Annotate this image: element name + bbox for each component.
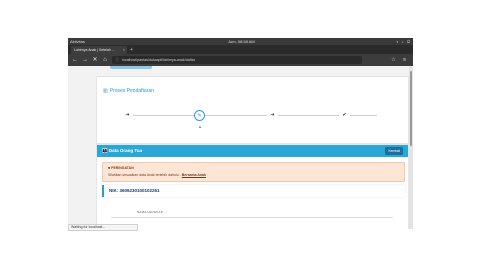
scrollbar-thumb[interactable] — [410, 71, 412, 146]
users-icon: 👪 — [102, 148, 108, 153]
name-input-field[interactable] — [111, 217, 393, 225]
alert-link[interactable]: Bersama Anak — [182, 173, 206, 177]
url-text: localhost/pantas/dukcapil/lahirnya-anak/… — [122, 58, 195, 62]
caret-up-icon: ▲ — [198, 124, 202, 129]
activities-label[interactable]: Aktivitas — [70, 38, 85, 45]
status-bar: Waiting for localhost... — [68, 224, 138, 231]
back-button[interactable]: Kembali — [385, 147, 403, 155]
card-header-title: Data Orang Tua — [108, 148, 143, 153]
section-title: ▥ Proses Pendaftaran — [103, 88, 154, 94]
top-nav-pill[interactable] — [110, 66, 152, 69]
page-content: ▥ Proses Pendaftaran ➜ ✎ ➜ ✔ ▲ 👪 Data Ora… — [68, 66, 413, 229]
browser-tab[interactable]: Lahirnya Anak | Setelah … × — [71, 46, 127, 54]
warning-icon: ■ — [108, 166, 111, 170]
section-title-text: Proses Pendaftaran — [109, 88, 154, 94]
tab-strip: Lahirnya Anak | Setelah … × + — [68, 45, 413, 54]
forward-icon[interactable]: → — [81, 56, 89, 64]
step-1[interactable]: ➜ — [122, 110, 133, 121]
screenshot-frame: Aktivitas Jum, 08:58 AM ◐ ♪ ⏻ Lahirnya A… — [0, 0, 480, 270]
home-icon[interactable]: ⌂ — [101, 56, 109, 64]
scrollbar[interactable] — [409, 66, 413, 229]
stop-icon[interactable]: ✕ — [91, 56, 99, 64]
close-icon[interactable]: × — [123, 46, 125, 54]
alert-title: ■ PERINGATAN — [108, 166, 399, 170]
system-tray-icons[interactable]: ◐ ♪ ⏻ — [396, 38, 411, 45]
alert-title-text: PERINGATAN — [111, 166, 134, 170]
info-icon[interactable]: ⓘ — [115, 56, 119, 64]
warning-alert: ■ PERINGATAN Silahkan sesuaikan data Ana… — [102, 162, 405, 182]
back-icon[interactable]: ← — [71, 56, 79, 64]
navigation-bar: ← → ✕ ⌂ ⓘ localhost/pantas/dukcapil/lahi… — [68, 54, 413, 66]
clock: Jum, 08:58 AM — [228, 39, 255, 44]
field-label-name: NAMA LENGKAP — [137, 210, 163, 214]
menu-icons[interactable]: ☆ ≡ — [391, 56, 409, 64]
alert-body: Silahkan sesuaikan data Anak terlebih da… — [108, 173, 206, 177]
nik-display: NIK: 3606230100102261 — [102, 185, 405, 197]
step-4[interactable]: ✔ — [339, 110, 350, 121]
chart-icon: ▥ — [103, 88, 108, 94]
new-tab-icon[interactable]: + — [130, 46, 133, 54]
alert-body-text: Silahkan sesuaikan data Anak terlebih da… — [108, 173, 179, 177]
tab-title: Lahirnya Anak | Setelah … — [74, 48, 116, 52]
url-bar[interactable]: ⓘ localhost/pantas/dukcapil/lahirnya-ana… — [112, 56, 362, 64]
step-2-active[interactable]: ✎ — [194, 110, 205, 121]
parent-data-card: 👪 Data Orang Tua Kembali ■ PERINGATAN Si… — [96, 144, 409, 229]
registration-process-card: ▥ Proses Pendaftaran ➜ ✎ ➜ ✔ ▲ — [96, 76, 409, 144]
os-top-bar: Aktivitas Jum, 08:58 AM ◐ ♪ ⏻ — [68, 38, 413, 45]
card-header: 👪 Data Orang Tua Kembali — [97, 145, 408, 157]
step-3[interactable]: ➜ — [267, 110, 278, 121]
